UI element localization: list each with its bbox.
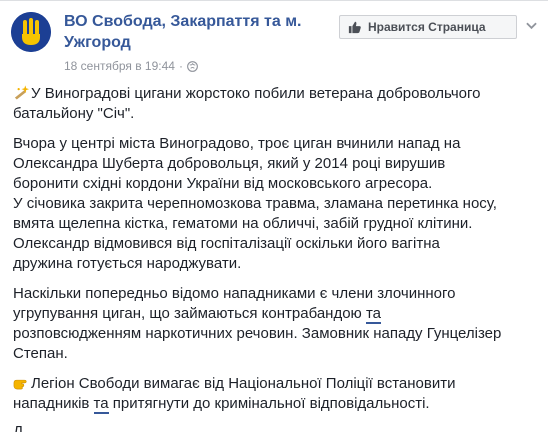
post-text-line: дружина готується народжувати.	[13, 255, 242, 272]
post-text-line: У Виноградові цигани жорстоко побили вет…	[31, 85, 481, 102]
thumbs-up-icon	[348, 21, 361, 34]
post-timestamp[interactable]: 18 сентября в 19:44	[64, 58, 175, 74]
like-button-label: Нравится Страница	[368, 20, 486, 34]
post-meta: 18 сентября в 19:44 ·	[64, 58, 198, 74]
post-text-line: Олександра Шуберта добровольця, який у 2…	[13, 155, 446, 172]
post-paragraph-1: У Виноградові цигани жорстоко побили вет…	[13, 84, 535, 124]
facebook-post: ВО Свобода, Закарпаття та м. Ужгород 18 …	[0, 0, 548, 432]
post-body: У Виноградові цигани жорстоко побили вет…	[13, 84, 535, 414]
post-paragraph-2: Вчора у центрі міста Виноградово, троє ц…	[13, 134, 535, 274]
post-text-line: Вчора у центрі міста Виноградово, троє ц…	[13, 135, 461, 152]
page-name-link[interactable]: ВО Свобода, Закарпаття та м. Ужгород	[64, 11, 326, 53]
pointing-hand-emoji-icon	[13, 379, 27, 390]
svoboda-logo-icon	[11, 12, 51, 52]
post-text-line: Наскільки попередньо відомо нападниками …	[13, 285, 456, 302]
globe-icon[interactable]	[187, 60, 198, 72]
page-avatar[interactable]	[11, 12, 51, 52]
post-paragraph-4: Легіон Свободи вимагає від Національної …	[13, 374, 535, 414]
post-text-line: Олександр відмовився від госпіталізації …	[13, 235, 440, 252]
post-text-line: притягнути до кримінальної відповідально…	[108, 395, 430, 412]
post-text-line: розповсюдженням наркотичних речовин. Зам…	[13, 325, 502, 342]
post-text-line: батальйону "Січ".	[13, 105, 135, 122]
post-paragraph-3: Наскільки попередньо відомо нападниками …	[13, 284, 535, 364]
post-text-line: нападників	[13, 395, 94, 412]
post-text-line: угрупування циган, що займаються контраб…	[13, 305, 366, 322]
post-text-line: Легіон Свободи вимагає від Національної …	[31, 375, 456, 392]
chevron-down-icon[interactable]	[526, 22, 537, 30]
meta-separator: ·	[178, 59, 183, 73]
hashtag-link[interactable]: та	[365, 305, 382, 324]
sparkles-emoji-icon	[14, 85, 30, 100]
hashtag-link[interactable]: та	[93, 395, 109, 414]
like-page-button[interactable]: Нравится Страница	[339, 15, 517, 39]
post-text-line: Степан.	[13, 345, 68, 362]
post-text-line: боронити східні кордони України від моск…	[13, 175, 433, 192]
post-text-line: вмята щелепна кістка, гематоми на обличч…	[13, 215, 473, 232]
post-text-line: У січовика закрита черепномозкова травма…	[13, 195, 497, 212]
